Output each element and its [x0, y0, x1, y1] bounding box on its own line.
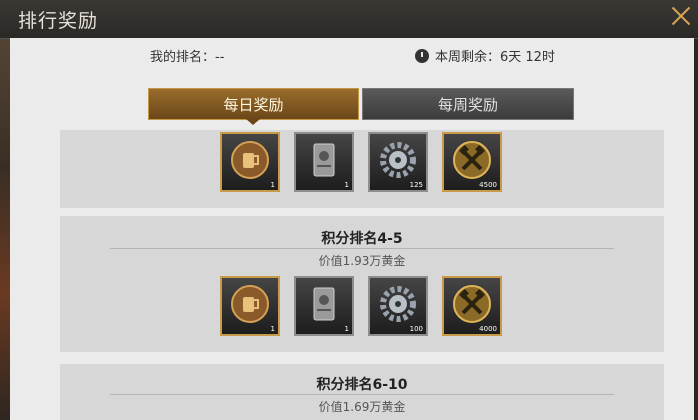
reward-item[interactable]: 125 — [368, 132, 428, 192]
reward-group: 1 1 125 4500 — [60, 130, 664, 208]
my-rank-label: 我的排名：-- — [150, 50, 225, 65]
crossed-hammers-icon — [453, 285, 491, 323]
crossed-hammers-icon — [453, 141, 491, 179]
group-title: 积分排名4-5 — [321, 231, 403, 247]
background-scenery — [0, 0, 10, 420]
beer-mug-icon — [231, 141, 269, 179]
reward-count: 1 — [344, 181, 349, 189]
reward-count: 1 — [344, 325, 349, 333]
group-value: 价值1.69万黄金 — [318, 400, 406, 414]
beer-mug-icon — [231, 285, 269, 323]
group-title: 积分排名6-10 — [316, 377, 408, 393]
window-title: 排行奖励 — [18, 10, 99, 32]
divider — [110, 248, 614, 249]
reward-item[interactable]: 4000 — [442, 276, 502, 336]
reward-item[interactable]: 1 — [294, 276, 354, 336]
reward-group: 积分排名4-5 价值1.93万黄金 1 1 100 4000 — [60, 216, 664, 352]
reward-count: 4500 — [479, 181, 497, 189]
reward-item[interactable]: 4500 — [442, 132, 502, 192]
reward-count: 125 — [409, 181, 423, 189]
week-remaining-text: 本周剩余：6天 12时 — [435, 50, 555, 65]
reward-item[interactable]: 1 — [220, 276, 280, 336]
title-bar: 排行奖励 — [0, 0, 698, 39]
reward-count: 1 — [270, 181, 275, 189]
week-remaining: 本周剩余：6天 12时 — [415, 46, 555, 65]
reward-item[interactable]: 100 — [368, 276, 428, 336]
gear-icon — [380, 286, 416, 322]
tab-weekly-rewards[interactable]: 每周奖励 — [362, 88, 574, 120]
reward-count: 100 — [409, 325, 423, 333]
close-icon[interactable] — [668, 2, 694, 32]
reward-count: 1 — [270, 325, 275, 333]
reward-item[interactable]: 1 — [294, 132, 354, 192]
clock-icon — [415, 49, 429, 63]
ticket-icon — [313, 143, 335, 177]
tab-daily-rewards[interactable]: 每日奖励 — [148, 88, 359, 125]
group-value: 价值1.93万黄金 — [318, 254, 406, 268]
reward-item[interactable]: 1 — [220, 132, 280, 192]
divider — [110, 394, 614, 395]
ranking-reward-panel: 我的排名：-- 本周剩余：6天 12时 每日奖励 每周奖励 1 1 125 45… — [10, 38, 694, 420]
reward-group: 积分排名6-10 价值1.69万黄金 — [60, 364, 664, 420]
ticket-icon — [313, 287, 335, 321]
gear-icon — [380, 142, 416, 178]
reward-count: 4000 — [479, 325, 497, 333]
